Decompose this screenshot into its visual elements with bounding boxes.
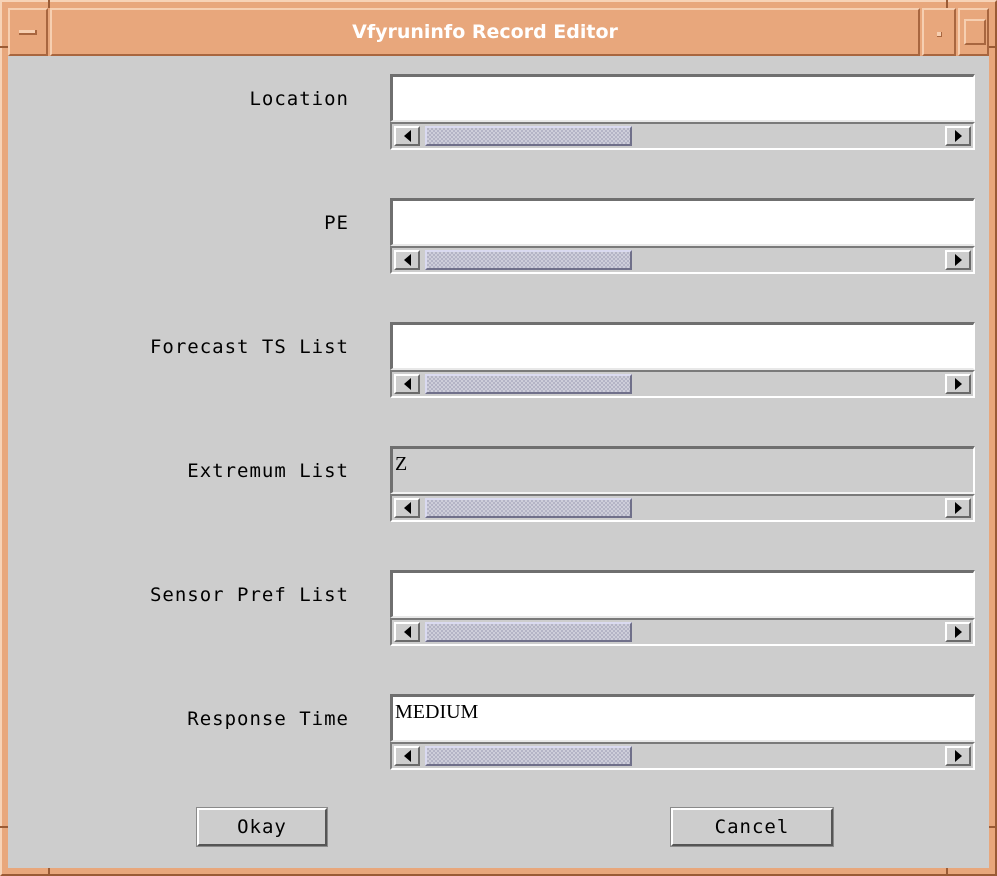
field-row-pe: PE (8, 180, 989, 274)
minimize-icon (937, 32, 942, 37)
scroll-left-button[interactable] (394, 746, 420, 766)
frame-corner-mark (946, 0, 948, 8)
scroll-left-button[interactable] (394, 622, 420, 642)
arrow-left-icon (403, 750, 411, 762)
forecast-ts-list-label: Forecast TS List (149, 336, 349, 358)
frame-corner-mark (989, 46, 997, 48)
extremum-list-input[interactable]: Z (390, 446, 975, 494)
scroll-right-button[interactable] (945, 126, 971, 146)
scroll-left-button[interactable] (394, 498, 420, 518)
frame-corner-mark (48, 868, 50, 876)
extremum-list-scrollbar[interactable] (390, 494, 975, 522)
scroll-right-button[interactable] (945, 250, 971, 270)
pe-label: PE (324, 212, 349, 234)
arrow-right-icon (954, 254, 962, 266)
forecast-ts-list-input[interactable] (390, 322, 975, 370)
scroll-right-button[interactable] (945, 498, 971, 518)
frame-corner-mark (946, 868, 948, 876)
extremum-list-field: Z (390, 446, 975, 522)
arrow-left-icon (403, 378, 411, 390)
pe-field (390, 198, 975, 274)
window-title: Vfyruninfo Record Editor (352, 21, 618, 43)
maximize-icon (964, 19, 986, 45)
record-editor-window: Vfyruninfo Record Editor Location PE For… (0, 0, 997, 876)
minimize-button[interactable] (922, 8, 956, 56)
scroll-thumb[interactable] (425, 126, 632, 146)
scroll-right-button[interactable] (945, 374, 971, 394)
arrow-left-icon (403, 502, 411, 514)
location-field (390, 74, 975, 150)
extremum-list-label: Extremum List (187, 460, 349, 482)
location-label: Location (249, 88, 349, 110)
frame-corner-mark (0, 46, 8, 48)
sensor-pref-list-scrollbar[interactable] (390, 618, 975, 646)
sensor-pref-list-field (390, 570, 975, 646)
location-scrollbar[interactable] (390, 122, 975, 150)
sensor-pref-list-input[interactable] (390, 570, 975, 618)
pe-input[interactable] (390, 198, 975, 246)
location-input[interactable] (390, 74, 975, 122)
arrow-right-icon (954, 750, 962, 762)
field-row-response-time: Response Time MEDIUM (8, 676, 989, 770)
okay-button[interactable]: Okay (196, 807, 328, 847)
forecast-ts-list-scrollbar[interactable] (390, 370, 975, 398)
arrow-right-icon (954, 502, 962, 514)
response-time-field: MEDIUM (390, 694, 975, 770)
field-row-location: Location (8, 56, 989, 150)
title-bar[interactable]: Vfyruninfo Record Editor (8, 8, 989, 56)
arrow-right-icon (954, 626, 962, 638)
field-row-extremum-list: Extremum List Z (8, 428, 989, 522)
frame-corner-mark (0, 826, 8, 828)
arrow-left-icon (403, 254, 411, 266)
field-row-forecast-ts-list: Forecast TS List (8, 304, 989, 398)
scroll-thumb[interactable] (425, 250, 632, 270)
field-row-sensor-pref-list: Sensor Pref List (8, 552, 989, 646)
arrow-left-icon (403, 130, 411, 142)
scroll-right-button[interactable] (945, 622, 971, 642)
scroll-left-button[interactable] (394, 126, 420, 146)
sensor-pref-list-label: Sensor Pref List (149, 584, 349, 606)
arrow-right-icon (954, 378, 962, 390)
response-time-input[interactable]: MEDIUM (390, 694, 975, 742)
scroll-thumb[interactable] (425, 622, 632, 642)
scroll-thumb[interactable] (425, 374, 632, 394)
response-time-label: Response Time (187, 708, 349, 730)
window-menu-icon (19, 30, 37, 35)
title-area[interactable]: Vfyruninfo Record Editor (50, 8, 920, 56)
cancel-button[interactable]: Cancel (670, 807, 834, 847)
scroll-thumb[interactable] (425, 746, 632, 766)
forecast-ts-list-field (390, 322, 975, 398)
scroll-right-button[interactable] (945, 746, 971, 766)
maximize-button[interactable] (958, 8, 989, 56)
pe-scrollbar[interactable] (390, 246, 975, 274)
response-time-scrollbar[interactable] (390, 742, 975, 770)
frame-corner-mark (48, 0, 50, 8)
window-menu-button[interactable] (8, 8, 48, 56)
dialog-body: Location PE Forecast TS List Extremum Li… (8, 56, 989, 868)
frame-corner-mark (989, 826, 997, 828)
arrow-left-icon (403, 626, 411, 638)
scroll-left-button[interactable] (394, 374, 420, 394)
arrow-right-icon (954, 130, 962, 142)
scroll-left-button[interactable] (394, 250, 420, 270)
scroll-thumb[interactable] (425, 498, 632, 518)
